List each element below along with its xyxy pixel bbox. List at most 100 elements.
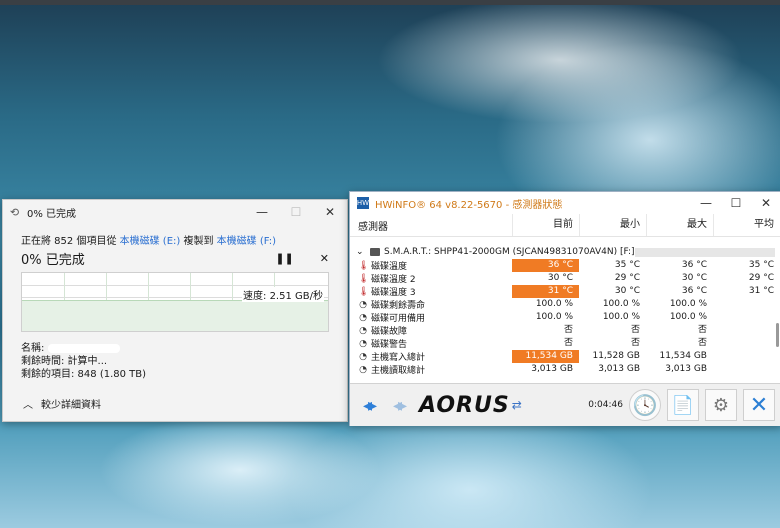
header-max[interactable]: 最大 xyxy=(646,214,713,236)
sensor-name-cell: 🌡 磁碟溫度 2 xyxy=(350,272,512,286)
current-value: 36 °C xyxy=(512,259,579,272)
min-value: 30 °C xyxy=(614,286,640,296)
network-icon[interactable]: ⇄ xyxy=(512,398,522,412)
sensor-row[interactable]: 🌡 磁碟溫度 36 °C 35 °C 36 °C 35 °C xyxy=(350,259,780,272)
current-value: 否 xyxy=(563,338,573,348)
min-value: 29 °C xyxy=(614,273,640,283)
min-value: 100.0 % xyxy=(602,312,640,322)
name-row: 名稱: xyxy=(21,342,329,355)
copy-line-prefix: 正在將 852 個項目從 xyxy=(21,236,120,247)
hwinfo-window-controls: — ☐ ✕ xyxy=(691,192,780,216)
aorus-logo: AORUS xyxy=(419,392,510,418)
sensor-name-cell: ◔ 磁碟剩餘壽命 xyxy=(350,298,512,312)
copy-progress-icon: ⟲ xyxy=(9,205,20,219)
sensor-row[interactable]: ◔ 主機寫入總計 11,534 GB 11,528 GB 11,534 GB xyxy=(350,350,780,363)
maximize-icon[interactable]: ☐ xyxy=(721,192,751,214)
avg-value: 31 °C xyxy=(748,286,774,296)
close-icon[interactable]: ✕ xyxy=(313,200,347,224)
sensor-name: 磁碟溫度 2 xyxy=(371,275,416,285)
sensor-name-cell: 🌡 磁碟溫度 xyxy=(350,259,512,273)
avg-value xyxy=(713,350,780,363)
max-value: 11,534 GB xyxy=(659,351,707,361)
sensor-row[interactable]: ◔ 磁碟警告 否 否 否 xyxy=(350,337,780,350)
sensor-name-cell: 🌡 磁碟溫度 3 xyxy=(350,285,512,299)
sensor-row[interactable]: ◔ 主機讀取總計 3,013 GB 3,013 GB 3,013 GB xyxy=(350,363,780,376)
copy-line-mid: 複製到 xyxy=(180,236,217,247)
navigate-arrows-icon[interactable]: ◂▸ xyxy=(383,393,413,417)
minimize-icon[interactable]: — xyxy=(245,200,279,224)
sensor-name-cell: ◔ 主機寫入總計 xyxy=(350,350,512,364)
min-value: 否 xyxy=(630,338,640,348)
clock-icon[interactable]: 🕓 xyxy=(629,389,661,421)
scrollbar-thumb[interactable] xyxy=(776,323,779,347)
avg-value xyxy=(713,324,780,337)
group-label: S.M.A.R.T.: SHPP41-2000GM (SJCAN49831070… xyxy=(384,247,635,257)
hwinfo-toolbar: ◂▸ ◂▸ AORUS ⇄ 0:04:46 🕓 📄 ⚙ ✕ xyxy=(350,383,780,426)
sensor-row[interactable]: ◔ 磁碟可用備用 100.0 % 100.0 % 100.0 % xyxy=(350,311,780,324)
current-value: 100.0 % xyxy=(535,312,573,322)
max-value: 否 xyxy=(697,325,707,335)
thermometer-icon: 🌡 xyxy=(358,260,370,271)
cancel-icon[interactable]: ✕ xyxy=(320,252,329,265)
speed-readout: 速度: 2.51 GB/秒 xyxy=(242,287,324,302)
sensor-table-header: 感測器 目前 最小 最大 平均 xyxy=(350,214,780,237)
header-min[interactable]: 最小 xyxy=(579,214,646,236)
name-label: 名稱: xyxy=(21,343,45,354)
sensor-name-cell: ◔ 磁碟可用備用 xyxy=(350,311,512,325)
avg-value xyxy=(713,363,780,376)
sensor-name: 主機讀取總計 xyxy=(371,366,426,376)
chevron-down-icon[interactable]: ⌄ xyxy=(356,247,370,257)
sensor-name-cell: ◔ 磁碟警告 xyxy=(350,337,512,351)
sensor-row[interactable]: ◔ 磁碟剩餘壽命 100.0 % 100.0 % 100.0 % xyxy=(350,298,780,311)
max-value: 否 xyxy=(697,338,707,348)
avg-value xyxy=(713,311,780,324)
progress-header: 0% 已完成 ❚❚ ✕ xyxy=(21,249,329,268)
header-current[interactable]: 目前 xyxy=(512,214,579,236)
sensor-name: 磁碟溫度 xyxy=(371,262,408,272)
current-value: 11,534 GB xyxy=(512,350,579,363)
thermometer-icon: 🌡 xyxy=(358,273,370,284)
thermometer-icon: 🌡 xyxy=(358,286,370,297)
transfer-speed-graph: 速度: 2.51 GB/秒 xyxy=(21,272,329,332)
less-details-button[interactable]: ︿ 較少詳細資料 xyxy=(23,396,101,411)
sensor-name: 磁碟故障 xyxy=(371,327,408,337)
sensor-row[interactable]: ◔ 磁碟故障 否 否 否 xyxy=(350,324,780,337)
close-icon[interactable]: ✕ xyxy=(751,192,780,214)
avg-value xyxy=(713,298,780,311)
gear-icon[interactable]: ⚙ xyxy=(705,389,737,421)
min-value: 100.0 % xyxy=(602,299,640,309)
destination-link[interactable]: 本機磁碟 (F:) xyxy=(217,236,276,247)
add-report-icon[interactable]: 📄 xyxy=(667,389,699,421)
sensor-list[interactable]: ⌄ S.M.A.R.T.: SHPP41-2000GM (SJCAN498310… xyxy=(350,237,780,383)
speed-graph-fill xyxy=(22,300,328,331)
hwinfo-titlebar[interactable]: HW HWiNFO® 64 v8.22-5670 - 感測器狀態 — ☐ ✕ xyxy=(350,192,780,214)
maximize-icon: ☐ xyxy=(290,205,302,219)
avg-value: 29 °C xyxy=(748,273,774,283)
items-remaining: 剩餘的項目: 848 (1.80 TB) xyxy=(21,369,147,380)
max-value: 100.0 % xyxy=(669,299,707,309)
min-value: 11,528 GB xyxy=(592,351,640,361)
sensor-name: 磁碟剩餘壽命 xyxy=(371,301,426,311)
pause-icon[interactable]: ❚❚ xyxy=(275,252,293,265)
hwinfo-window: HW HWiNFO® 64 v8.22-5670 - 感測器狀態 — ☐ ✕ 感… xyxy=(349,191,780,426)
sensor-row[interactable]: 🌡 磁碟溫度 3 31 °C 30 °C 36 °C 31 °C xyxy=(350,285,780,298)
max-value: 36 °C xyxy=(681,286,707,296)
time-remaining: 剩餘時間: 計算中... xyxy=(21,356,108,367)
avg-value xyxy=(713,337,780,350)
max-value: 30 °C xyxy=(681,273,707,283)
percent-complete: 0% 已完成 xyxy=(21,253,85,268)
gauge-icon: ◔ xyxy=(359,351,367,362)
vertical-scrollbar[interactable] xyxy=(773,237,780,383)
source-link[interactable]: 本機磁碟 (E:) xyxy=(120,236,181,247)
copy-dialog-titlebar[interactable]: ⟲ 0% 已完成 — ☐ ✕ xyxy=(3,200,347,224)
sensor-group[interactable]: ⌄ S.M.A.R.T.: SHPP41-2000GM (SJCAN498310… xyxy=(350,245,780,259)
copy-dialog-title: 0% 已完成 xyxy=(27,208,77,220)
expand-collapse-icon[interactable]: ◂▸ xyxy=(353,393,383,417)
copy-description: 正在將 852 個項目從 本機磁碟 (E:) 複製到 本機磁碟 (F:) xyxy=(21,232,329,247)
gauge-icon: ◔ xyxy=(359,325,367,336)
header-avg[interactable]: 平均 xyxy=(713,214,780,236)
sensor-row[interactable]: 🌡 磁碟溫度 2 30 °C 29 °C 30 °C 29 °C xyxy=(350,272,780,285)
close-x-icon[interactable]: ✕ xyxy=(743,389,775,421)
minimize-icon[interactable]: — xyxy=(691,192,721,214)
header-sensor[interactable]: 感測器 xyxy=(350,218,512,233)
